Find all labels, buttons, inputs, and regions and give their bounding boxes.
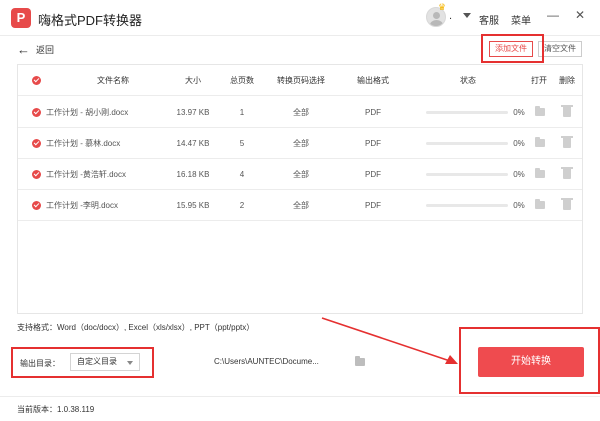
annotation-arrow: [321, 317, 458, 364]
footer-divider: [0, 396, 600, 397]
version-text: 当前版本：1.0.38.119: [17, 405, 95, 414]
